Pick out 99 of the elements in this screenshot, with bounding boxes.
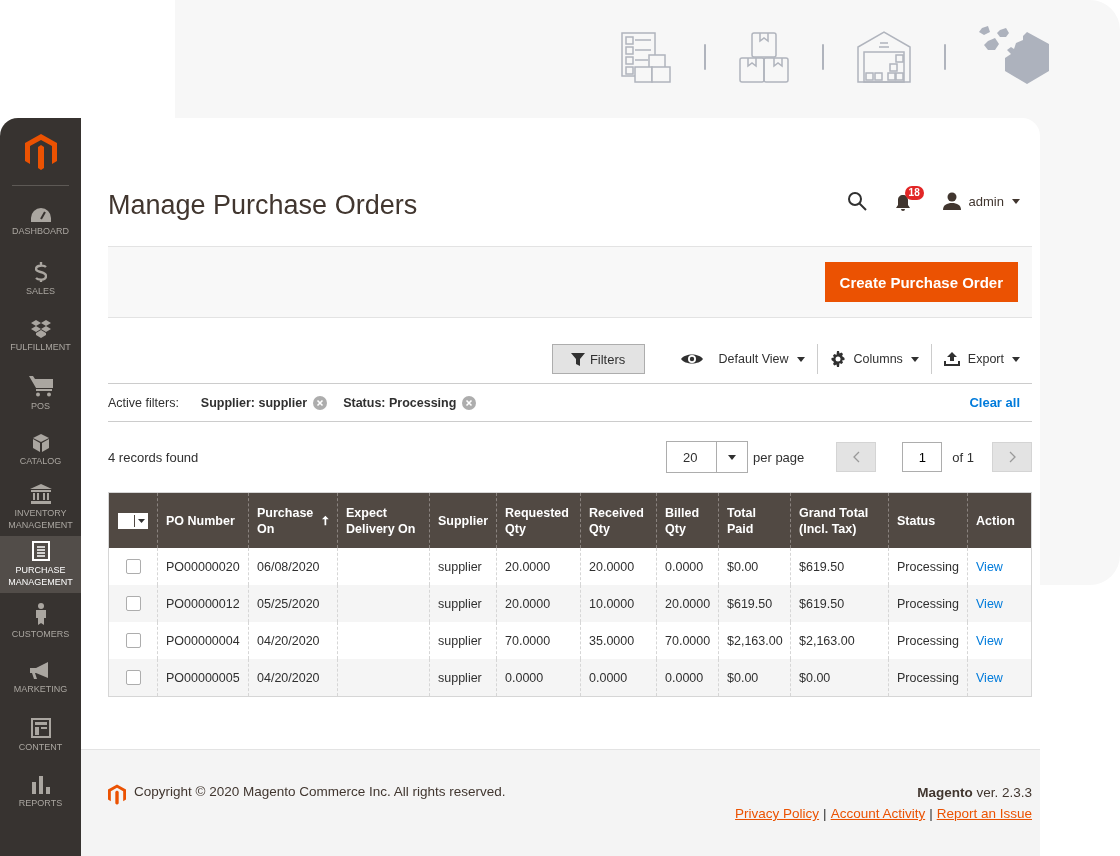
create-purchase-order-button[interactable]: Create Purchase Order xyxy=(824,262,1018,302)
column-header[interactable]: Grand Total (Incl. Tax) xyxy=(790,492,889,548)
user-icon xyxy=(942,192,961,210)
mass-select-control[interactable] xyxy=(118,512,148,529)
table-cell: 05/25/2020 xyxy=(248,585,338,622)
logo-icon[interactable] xyxy=(24,133,57,170)
default-view-menu[interactable]: Default View xyxy=(718,352,789,366)
table-cell: supplier xyxy=(429,585,497,622)
funnel-icon xyxy=(570,352,585,366)
table-cell: 0.0000 xyxy=(656,659,719,697)
row-checkbox[interactable] xyxy=(125,633,141,648)
row-checkbox[interactable] xyxy=(125,670,141,685)
chevron-right-icon xyxy=(1008,451,1016,463)
table-cell: 0.0000 xyxy=(496,659,581,697)
table-cell: supplier xyxy=(429,659,497,697)
table-cell: $619.50 xyxy=(718,585,791,622)
table-cell: $0.00 xyxy=(718,659,791,697)
notification-count: 18 xyxy=(904,186,924,200)
page-title: Manage Purchase Orders xyxy=(108,189,419,222)
filter-label: Supplier: supplier xyxy=(200,395,308,410)
table-cell: 20.0000 xyxy=(656,585,719,622)
caret-icon[interactable] xyxy=(910,356,919,362)
sidebar-item[interactable]: FULFILLMENT xyxy=(0,308,81,365)
columns-menu[interactable]: Columns xyxy=(853,352,903,366)
eye-icon xyxy=(680,353,703,365)
table-cell: $619.50 xyxy=(790,585,889,622)
sidebar-item[interactable]: CONTENT xyxy=(0,707,81,764)
column-header[interactable]: PO Number xyxy=(157,492,249,548)
boxes-icon xyxy=(30,320,51,338)
table-cell: Processing xyxy=(888,659,968,697)
view-link[interactable]: View xyxy=(976,559,1003,574)
clear-all-link[interactable]: Clear all xyxy=(969,395,1020,410)
search-icon[interactable] xyxy=(846,191,867,211)
per-page-select[interactable]: 20 xyxy=(666,441,748,473)
view-link[interactable]: View xyxy=(976,596,1003,611)
version-text: Magento ver. 2.3.3 xyxy=(917,785,1032,800)
bar-chart-icon xyxy=(31,776,50,794)
link-separator: | xyxy=(929,806,933,821)
upload-icon xyxy=(943,352,960,366)
row-checkbox[interactable] xyxy=(125,559,141,574)
layout-icon xyxy=(30,718,51,738)
active-filters-label: Active filters: xyxy=(108,395,179,410)
sidebar-item[interactable]: INVENTORY MANAGEMENT xyxy=(0,479,81,536)
column-header[interactable]: Total Paid xyxy=(718,492,791,548)
sidebar-item[interactable]: CUSTOMERS xyxy=(0,593,81,650)
filters-button[interactable]: Filters xyxy=(551,344,645,374)
view-link[interactable]: View xyxy=(976,670,1003,685)
bell-icon[interactable] xyxy=(894,194,911,212)
column-header[interactable]: Received Qty xyxy=(580,492,657,548)
copyright-text: Copyright © 2020 Magento Commerce Inc. All rights reserved. xyxy=(134,784,506,799)
logo-icon xyxy=(108,784,126,805)
sidebar-item[interactable]: POS xyxy=(0,365,81,422)
column-header[interactable]: Status xyxy=(888,492,968,548)
gear-icon xyxy=(829,351,846,367)
warehouse-icon xyxy=(856,31,912,83)
sidebar-item[interactable]: CATALOG xyxy=(0,422,81,479)
sidebar-item[interactable]: DASHBOARD xyxy=(0,194,81,251)
page-count: of 1 xyxy=(952,449,974,465)
link-separator: | xyxy=(823,806,827,821)
checklist-boxes-icon xyxy=(620,31,672,83)
sidebar-item[interactable]: SALES xyxy=(0,251,81,308)
sidebar-item[interactable]: MARKETING xyxy=(0,650,81,707)
table-cell: PO00000005 xyxy=(157,659,249,697)
filter-label: Status: Processing xyxy=(343,395,457,410)
table-cell: Processing xyxy=(888,585,968,622)
table-cell: 20.0000 xyxy=(496,585,581,622)
export-menu[interactable]: Export xyxy=(967,352,1004,366)
box-icon xyxy=(32,434,49,452)
bank-icon xyxy=(29,484,52,504)
person-icon xyxy=(34,603,47,625)
dollar-icon xyxy=(34,262,47,282)
caret-icon[interactable] xyxy=(796,356,805,362)
user-menu[interactable]: admin xyxy=(968,193,1004,209)
document-icon xyxy=(31,541,50,561)
caret-icon[interactable] xyxy=(728,454,736,460)
caret-icon[interactable] xyxy=(1012,198,1020,204)
chevron-left-icon xyxy=(852,451,860,463)
table-cell: $0.00 xyxy=(790,659,889,697)
caret-icon[interactable] xyxy=(137,518,145,523)
sidebar-item[interactable]: PURCHASE MANAGEMENT xyxy=(0,536,81,593)
column-header[interactable]: Billed Qty xyxy=(656,492,719,548)
cart-icon xyxy=(28,375,53,397)
column-header[interactable]: Supplier xyxy=(429,492,497,548)
sidebar-item[interactable]: REPORTS xyxy=(0,764,81,821)
row-checkbox[interactable] xyxy=(125,596,141,611)
per-page-label: per page xyxy=(753,449,805,465)
caret-icon[interactable] xyxy=(1012,356,1020,362)
table-cell: PO00000012 xyxy=(157,585,249,622)
stacked-boxes-icon xyxy=(738,31,790,83)
page-number-field[interactable]: 1 xyxy=(902,442,943,472)
view-link[interactable]: View xyxy=(976,633,1003,648)
records-count: 4 records found xyxy=(108,449,200,465)
table-cell: 04/20/2020 xyxy=(248,659,338,697)
column-header[interactable]: Expect Delivery On xyxy=(337,492,430,548)
table-cell: 10.0000 xyxy=(580,585,657,622)
table-cell: 0.0000 xyxy=(580,659,657,697)
gauge-icon xyxy=(30,208,51,222)
column-header[interactable]: Action xyxy=(967,492,1032,548)
column-header[interactable]: Requested Qty xyxy=(496,492,581,548)
